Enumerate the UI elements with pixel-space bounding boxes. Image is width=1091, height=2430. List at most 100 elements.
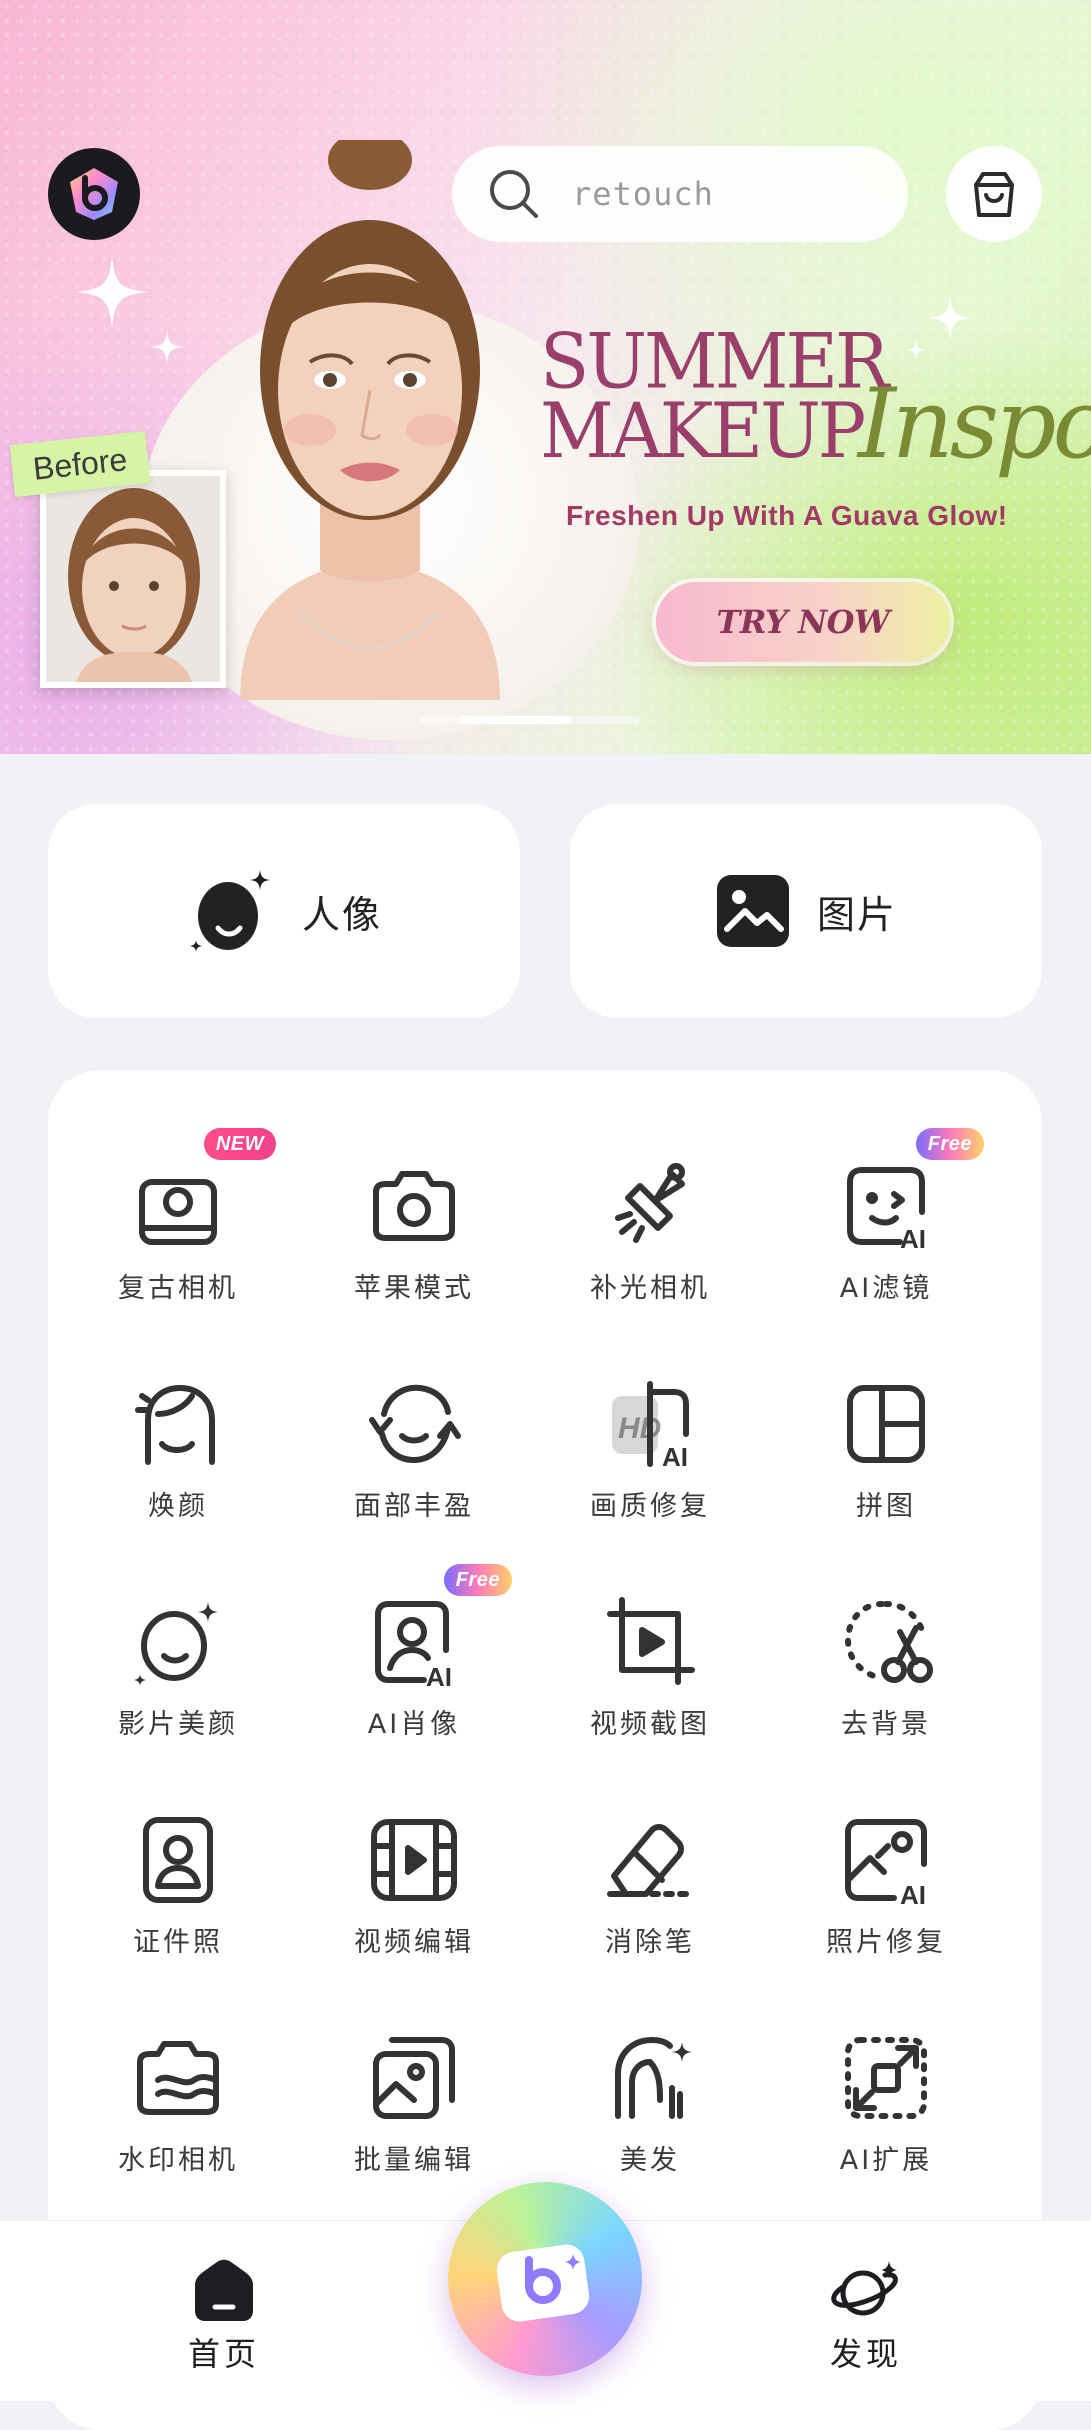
photo-repair-icon: AI (845, 1819, 927, 1910)
tool-collage[interactable]: 拼图 (768, 1340, 1004, 1522)
tool-label: 面部丰盈 (354, 1491, 474, 1522)
tool-hair[interactable]: 美发 (532, 1994, 768, 2176)
hair-icon (615, 2037, 692, 2119)
before-photo-card (40, 470, 226, 688)
sparkle-icon (928, 296, 972, 340)
shopping-bag-icon (974, 172, 1014, 217)
nav-discover-label: 发现 (829, 2335, 902, 2373)
tool-fill-light[interactable]: 补光相机 (532, 1122, 768, 1304)
portrait-mode-card[interactable]: 人像 (48, 804, 520, 1018)
camera-logo-icon (496, 2244, 590, 2322)
ai-filter-icon: AI (847, 1167, 926, 1254)
banner-pager (420, 716, 640, 724)
home-icon (195, 2259, 253, 2321)
tool-label: AI肖像 (367, 1709, 461, 1740)
tool-apple-mode[interactable]: 苹果模式 (296, 1122, 532, 1304)
picture-mode-label: 图片 (816, 892, 897, 937)
tool-label: 焕颜 (148, 1491, 208, 1522)
tool-video-edit[interactable]: 视频编辑 (296, 1776, 532, 1958)
search-placeholder: retouch (572, 175, 714, 213)
new-badge: NEW (203, 1128, 276, 1160)
shop-button[interactable] (946, 146, 1042, 242)
eraser-icon (607, 1824, 689, 1897)
tool-label: 补光相机 (590, 1273, 710, 1304)
sparkle-icon (76, 256, 148, 328)
ai-portrait-icon: AI (375, 1601, 452, 1692)
tool-ai-portrait[interactable]: AI Free AI肖像 (296, 1558, 532, 1740)
tool-face-glow[interactable]: 焕颜 (60, 1340, 296, 1522)
tool-label: 影片美颜 (118, 1709, 238, 1740)
banner-subline: Freshen Up With A Guava Glow! (566, 500, 1008, 531)
tool-batch-edit[interactable]: 批量编辑 (296, 1994, 532, 2176)
tool-label: 证件照 (133, 1927, 223, 1958)
tool-face-plump[interactable]: 面部丰盈 (296, 1340, 532, 1522)
id-photo-icon (143, 1817, 213, 1903)
free-badge: Free (443, 1564, 512, 1596)
nav-home[interactable]: 首页 (134, 2259, 314, 2375)
camera-fab-button[interactable] (448, 2182, 642, 2376)
svg-text:AI: AI (426, 1662, 452, 1692)
tool-label: 消除笔 (605, 1927, 695, 1958)
picture-icon (716, 875, 789, 947)
search-icon (490, 170, 538, 218)
tool-label: 照片修复 (826, 1927, 946, 1958)
headline-line2: MAKEUP (540, 386, 866, 475)
tool-label: 去背景 (841, 1709, 931, 1740)
tool-ai-expand[interactable]: AI扩展 (768, 1994, 1004, 2176)
tool-label: AI扩展 (839, 2145, 933, 2176)
svg-text:AI: AI (662, 1442, 688, 1472)
tool-label: 视频编辑 (354, 1927, 474, 1958)
video-beauty-icon (134, 1602, 218, 1686)
banner-headline: SUMMER MAKEUP (540, 324, 889, 475)
tool-label: 拼图 (856, 1491, 916, 1522)
tool-photo-repair[interactable]: AI 照片修复 (768, 1776, 1004, 1958)
tool-label: 批量编辑 (354, 2145, 474, 2176)
pager-active-indicator (460, 716, 570, 724)
face-plump-icon (369, 1384, 461, 1463)
tool-label: 水印相机 (118, 2145, 238, 2176)
free-badge: Free (915, 1128, 984, 1160)
nav-discover[interactable]: 发现 (776, 2259, 956, 2375)
tool-watermark-camera[interactable]: 水印相机 (60, 1994, 296, 2176)
app-logo-button[interactable] (48, 148, 140, 240)
hd-enhance-icon: HD AI (612, 1381, 689, 1472)
nav-home-label: 首页 (187, 2335, 260, 2373)
svg-text:AI: AI (900, 1880, 926, 1910)
tool-label: 美发 (620, 2145, 680, 2176)
search-bar[interactable]: retouch (452, 146, 908, 242)
svg-text:AI: AI (900, 1224, 926, 1254)
tool-hd-enhance[interactable]: HD AI 画质修复 (532, 1340, 768, 1522)
collage-icon (847, 1385, 925, 1463)
try-now-button[interactable]: TRY NOW (656, 582, 950, 662)
sparkle-icon (150, 330, 184, 364)
tool-retro-camera[interactable]: NEW 复古相机 (60, 1122, 296, 1304)
watermark-camera-icon (137, 2041, 219, 2115)
batch-edit-icon (373, 2037, 455, 2119)
fill-light-icon (615, 1163, 685, 1243)
sparkle-icon (906, 340, 926, 360)
portrait-face-icon (189, 870, 270, 952)
tool-ai-filter[interactable]: AI Free AI滤镜 (768, 1122, 1004, 1304)
planet-icon (831, 2261, 898, 2316)
tool-label: AI滤镜 (839, 1273, 933, 1304)
tool-eraser[interactable]: 消除笔 (532, 1776, 768, 1958)
tool-label: 苹果模式 (354, 1273, 474, 1304)
app-logo-icon (70, 168, 118, 220)
promo-banner[interactable]: retouch SUMMER MAKEUP Inspo Freshen Up W… (0, 0, 1091, 754)
before-photo (46, 476, 220, 682)
svg-text:HD: HD (618, 1412, 661, 1445)
tool-label: 视频截图 (590, 1709, 710, 1740)
tool-video-beauty[interactable]: 影片美颜 (60, 1558, 296, 1740)
tool-video-crop[interactable]: 视频截图 (532, 1558, 768, 1740)
picture-mode-card[interactable]: 图片 (570, 804, 1042, 1018)
tool-remove-bg[interactable]: 去背景 (768, 1558, 1004, 1740)
headline-script: Inspo (858, 368, 1091, 480)
camera-icon (373, 1171, 455, 1241)
tool-id-photo[interactable]: 证件照 (60, 1776, 296, 1958)
portrait-mode-label: 人像 (301, 892, 382, 937)
tool-label: 复古相机 (118, 1273, 238, 1304)
video-crop-icon (607, 1597, 695, 1685)
remove-bg-icon (844, 1601, 933, 1683)
face-glow-icon (135, 1385, 215, 1465)
retro-camera-icon (139, 1179, 217, 1245)
